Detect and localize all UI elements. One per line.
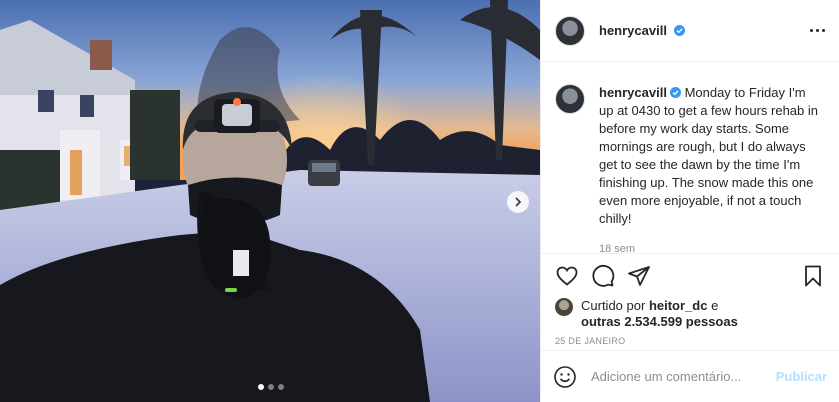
liked-by-user[interactable]: heitor_dc bbox=[649, 298, 708, 313]
carousel-dot bbox=[268, 384, 274, 390]
post-header: henrycavill bbox=[541, 0, 839, 62]
likes-text: Curtido por heitor_dc e outras 2.534.599… bbox=[581, 298, 738, 330]
carousel-indicator bbox=[258, 384, 284, 390]
carousel-next-button[interactable] bbox=[507, 191, 529, 213]
caption-section: henrycavill Monday to Friday I'm up at 0… bbox=[541, 62, 839, 255]
emoji-icon[interactable] bbox=[553, 365, 577, 389]
avatar[interactable] bbox=[555, 84, 585, 114]
heart-icon[interactable] bbox=[555, 264, 579, 288]
liked-by-prefix: Curtido por bbox=[581, 298, 646, 313]
comment-input[interactable] bbox=[589, 368, 773, 385]
avatar[interactable] bbox=[555, 15, 585, 46]
username-link[interactable]: henrycavill bbox=[599, 23, 685, 38]
post-date[interactable]: 25 DE JANEIRO bbox=[541, 330, 839, 352]
caption-age[interactable]: 18 sem bbox=[599, 240, 821, 258]
more-options-icon[interactable] bbox=[810, 29, 825, 32]
liked-by-and: e bbox=[711, 298, 719, 313]
username-text: henrycavill bbox=[599, 23, 667, 38]
liked-by-others[interactable]: outras 2.534.599 pessoas bbox=[581, 314, 738, 329]
carousel-dot bbox=[278, 384, 284, 390]
carousel-dot bbox=[258, 384, 264, 390]
post-photo[interactable] bbox=[0, 0, 540, 402]
verified-badge-icon bbox=[673, 25, 685, 36]
verified-badge-icon bbox=[669, 87, 681, 98]
share-icon[interactable] bbox=[627, 264, 651, 288]
publish-button[interactable]: Publicar bbox=[776, 369, 827, 384]
caption-username[interactable]: henrycavill bbox=[599, 85, 667, 100]
liker-avatar[interactable] bbox=[555, 298, 573, 316]
photo-scene bbox=[0, 0, 540, 402]
action-bar bbox=[541, 254, 839, 298]
post-sidebar: henrycavill henrycavill Monday to Friday… bbox=[540, 0, 839, 402]
comment-icon[interactable] bbox=[591, 264, 615, 288]
comment-bar: Publicar bbox=[541, 350, 839, 402]
save-icon[interactable] bbox=[801, 264, 825, 288]
instagram-post: henrycavill henrycavill Monday to Friday… bbox=[0, 0, 839, 402]
chevron-right-icon bbox=[515, 197, 522, 207]
caption: henrycavill Monday to Friday I'm up at 0… bbox=[599, 84, 821, 255]
likes-summary: Curtido por heitor_dc e outras 2.534.599… bbox=[541, 298, 839, 330]
caption-text: Monday to Friday I'm up at 0430 to get a… bbox=[599, 85, 818, 226]
